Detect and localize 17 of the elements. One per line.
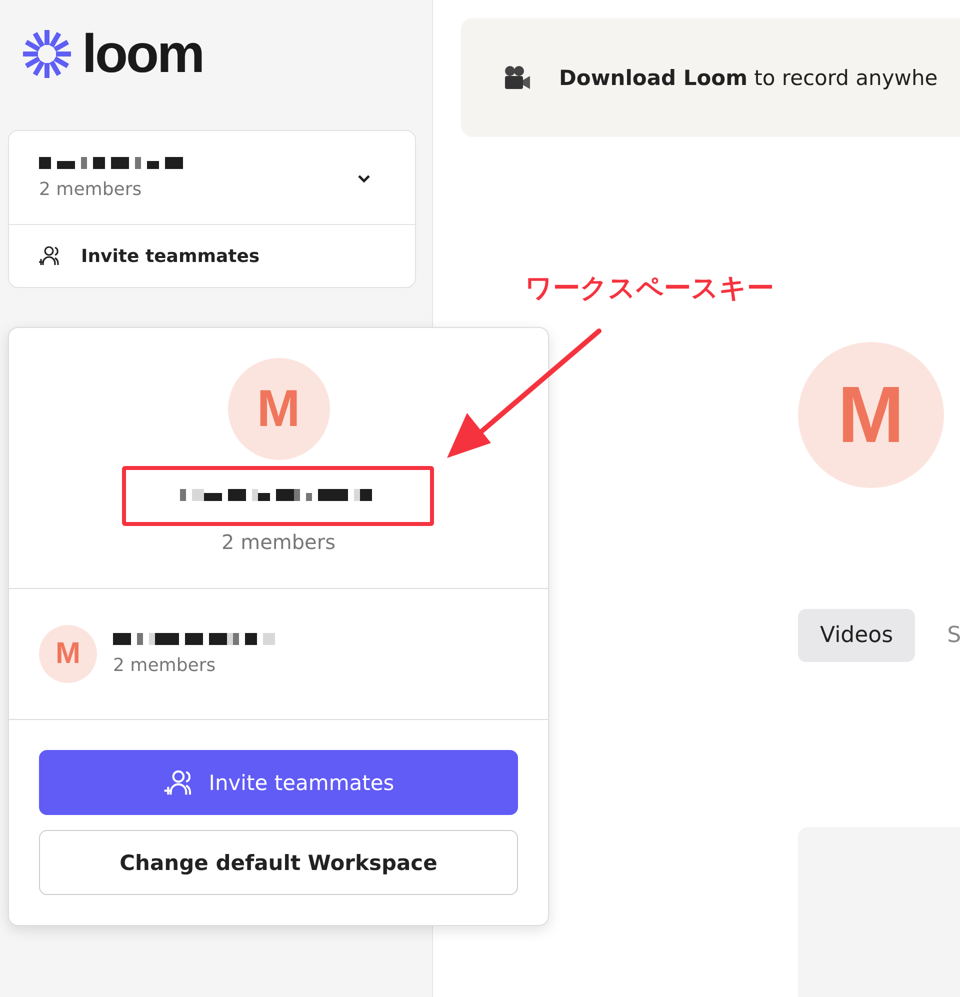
banner-text: Download Loom to record anywhe <box>559 66 938 90</box>
workspace-avatar: M <box>798 342 944 488</box>
movie-camera-icon <box>503 64 531 90</box>
annotation-label: ワークスペースキー <box>525 272 774 306</box>
workspace-item[interactable]: M 2 members <box>9 589 548 720</box>
logo-wordmark: loom <box>82 23 203 85</box>
workspace-avatar: M <box>228 358 330 460</box>
change-default-workspace-button[interactable]: Change default Workspace <box>39 830 518 895</box>
invite-teammates-button[interactable]: Invite teammates <box>39 750 518 815</box>
workspace-avatar: M <box>39 625 97 683</box>
member-count: 2 members <box>39 179 143 200</box>
invite-teammates-item[interactable]: Invite teammates <box>9 225 415 287</box>
member-count: 2 members <box>113 654 217 676</box>
tab[interactable]: Videos <box>798 609 916 662</box>
workspace-selector[interactable]: 2 members <box>9 131 415 225</box>
tab[interactable]: S <box>925 609 960 662</box>
member-count: 2 members <box>222 530 336 554</box>
